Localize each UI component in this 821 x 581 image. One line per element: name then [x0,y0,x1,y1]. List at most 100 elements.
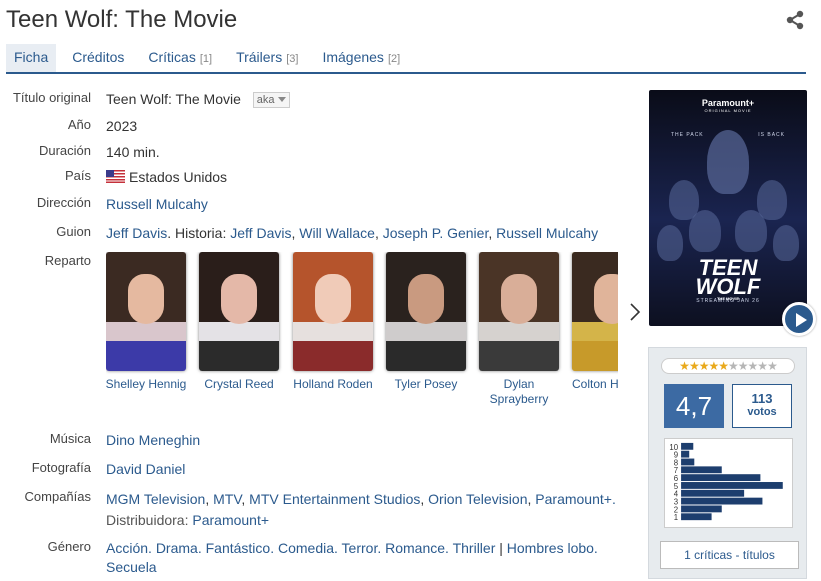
histogram-bar [681,458,695,466]
composer-link[interactable]: Dino Meneghin [106,432,200,448]
histogram-bar [681,474,761,482]
writer-link[interactable]: Joseph P. Genier [383,225,489,241]
genre-link[interactable]: Thriller [453,540,496,556]
writer-link[interactable]: Jeff Davis [106,225,167,241]
histogram-bar [681,482,783,489]
tab-bar: Ficha Créditos Críticas [1] Tráilers [3] I… [6,44,806,74]
duracion-label: Duración [38,143,91,158]
star-icon: ★ [679,359,690,373]
cast-member[interactable]: Shelley Hennig [106,252,188,392]
cast-member[interactable]: Holland Roden [291,252,375,392]
page-title: Teen Wolf: The Movie [6,6,238,33]
writer-link[interactable]: Russell Mulcahy [496,225,598,241]
cast-carousel: Shelley Hennig Crystal Reed Holland Rode… [106,252,618,412]
info-row-duracion: Duración 140 min. [0,143,640,162]
company-link[interactable]: MTV Entertainment Studios [249,491,420,507]
genre-link[interactable]: Acción. [106,540,152,556]
chevron-down-icon [277,97,286,103]
actor-photo [572,252,618,371]
play-trailer-button[interactable] [782,302,816,336]
genre-link[interactable]: Comedia. [278,540,338,556]
guion-label: Guion [56,224,91,239]
topic-link[interactable]: Hombres lobo. [507,540,598,556]
actor-name: Colton H [572,377,618,391]
info-row-genero: Género Acción. Drama. Fantástico. Comedi… [0,539,640,577]
movie-poster[interactable]: Paramount+ ORIGINAL MOVIE THE PACK IS BACK… [649,90,807,326]
info-row-companias: Compañías MGM Television, MTV, MTV Enter… [0,489,640,531]
writer-link[interactable]: Will Wallace [299,225,375,241]
histogram-bar [681,489,745,497]
titulo-label: Título original [12,90,91,105]
rating-histogram: 10987654321 [664,438,793,528]
info-row-guion: Guion Jeff Davis. Historia: Jeff Davis, … [0,224,640,243]
genre-link[interactable]: Drama. [156,540,202,556]
company-link[interactable]: MTV [213,491,241,507]
anio-label: Año [67,117,91,132]
actor-name: Dylan Sprayberry [489,377,549,406]
actor-name: Holland Roden [293,377,373,391]
star-icon: ★ [737,359,749,373]
actor-photo [199,252,279,371]
critics-button[interactable]: 1 críticas - títulos [660,541,799,569]
year-value: 2023 [106,118,138,134]
tab-imagenes[interactable]: Imágenes [2] [314,44,408,72]
info-row-fotografia: Fotografía David Daniel [0,460,640,479]
actor-photo [479,252,559,371]
actor-name: Shelley Hennig [106,377,187,391]
star-icon: ★ [708,359,719,373]
info-row-pais: País Estados Unidos [0,168,640,187]
poster-brand: Paramount+ [701,98,755,108]
average-rating: 4,7 [664,384,724,428]
star-rating: ★★★★★★★★★★ [661,358,795,374]
director-link[interactable]: Russell Mulcahy [106,196,208,212]
distributor-label: Distribuidora: [106,512,189,528]
star-icon: ★ [688,359,700,373]
poster-tagline-right: IS BACK [758,132,785,138]
cast-member[interactable]: Colton H [570,252,618,392]
tab-creditos[interactable]: Créditos [64,44,132,72]
company-link[interactable]: Paramount+. [535,491,616,507]
tab-trailers[interactable]: Tráilers [3] [228,44,306,72]
histogram-bar [681,513,712,521]
star-icon: ★ [767,359,778,373]
info-row-anio: Año 2023 [0,117,640,136]
histogram-bar [681,450,690,458]
histogram-score-label: 1 [674,513,678,522]
us-flag-icon [106,170,125,183]
chevron-right-icon[interactable] [628,302,642,322]
star-icon: ★ [728,359,739,373]
distributor-link[interactable]: Paramount+ [192,512,269,528]
aka-dropdown[interactable]: aka [252,92,290,109]
histogram-bar [681,505,722,513]
poster-streaming: STREAMING JAN 26 [696,298,760,304]
star-icon: ★ [747,359,759,373]
tab-criticas[interactable]: Críticas [1] [140,44,220,72]
direccion-label: Dirección [36,195,91,210]
info-row-direccion: Dirección Russell Mulcahy [0,195,640,214]
histogram-bar [681,497,763,505]
rating-box: ★★★★★★★★★★ 4,7 113 votos 10 9 8 7 6 5 4 3 2 1 1 c… [648,347,807,579]
genre-link[interactable]: Romance. [385,540,449,556]
cast-member[interactable]: Crystal Reed [197,252,281,392]
histogram-bar [681,442,694,450]
company-link[interactable]: Orion Television [428,491,527,507]
cast-member[interactable]: Tyler Posey [384,252,468,392]
pais-label: País [64,168,91,183]
actor-name: Crystal Reed [204,377,274,391]
vote-count[interactable]: 113 votos [732,384,792,428]
company-link[interactable]: MGM Television [106,491,205,507]
topic-link[interactable]: Secuela [106,559,157,575]
country-value: Estados Unidos [129,169,228,185]
cinematographer-link[interactable]: David Daniel [106,461,185,477]
fotografia-label: Fotografía [31,460,91,475]
writer-link[interactable]: Jeff Davis [230,225,291,241]
star-icon: ★ [698,359,710,373]
musica-label: Música [49,431,91,446]
tab-ficha[interactable]: Ficha [6,44,57,72]
cast-member[interactable]: Dylan Sprayberry [477,252,561,407]
genre-link[interactable]: Fantástico. [206,540,274,556]
share-icon[interactable] [785,10,805,30]
genre-link[interactable]: Terror. [342,540,382,556]
actor-photo [293,252,373,371]
actor-photo [386,252,466,371]
